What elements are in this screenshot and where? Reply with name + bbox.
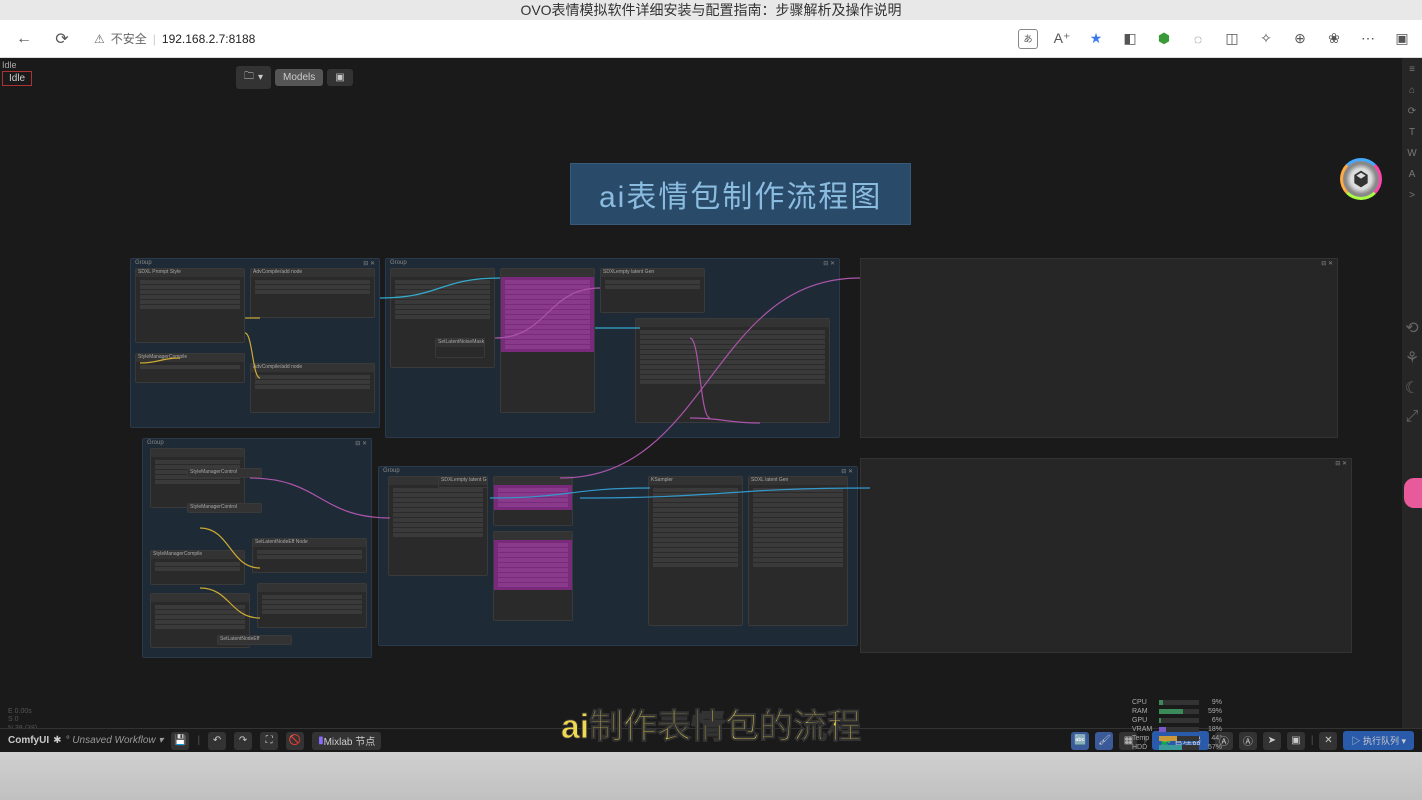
preview-panel[interactable]: ⊟ ✕ [860,258,1338,438]
workflow-node[interactable]: StyleManagerCompile [135,353,245,383]
cancel-button[interactable]: ✕ [1319,732,1337,750]
splitview-icon[interactable]: ◫ [1222,29,1242,49]
workflow-node[interactable]: StyleManagerCompile [150,550,245,585]
translate-button[interactable]: 🔤 [1071,732,1089,750]
workflow-node[interactable]: StyleManagerControl [187,503,262,513]
read-aloud-icon[interactable]: あ [1018,29,1038,49]
insecure-icon: ⚠ [94,32,105,46]
ext3-icon[interactable]: ◌ [1188,29,1208,49]
workflow-node[interactable]: SDXL Prompt Style [135,268,245,343]
favorite-icon[interactable]: ★ [1086,29,1106,49]
workflow-node[interactable]: SetLatentNodeEff Node [252,538,367,573]
workflow-node[interactable]: SetLatentNodeEff [217,635,292,645]
hardware-stats: CPU9%RAM59%GPU6%VRAM18%Temp44°HDD57% [1132,698,1222,752]
text-size-icon[interactable]: A⁺ [1052,29,1072,49]
redo-button[interactable]: ↷ [234,732,252,750]
workflow-node[interactable] [388,476,488,576]
ext2-icon[interactable]: ⬢ [1154,29,1174,49]
browser-toolbar: ← ⟳ ⚠ 不安全 | 192.168.2.7:8188 あ A⁺ ★ ◧ ⬢ … [0,20,1422,58]
hw-stat-row: VRAM18% [1132,725,1222,734]
workflow-node[interactable]: SDXLempty latent Gen [438,476,488,488]
collections-icon[interactable]: ✧ [1256,29,1276,49]
url-text: 192.168.2.7:8188 [162,32,255,46]
sidebar-toggle-icon[interactable]: ▣ [1392,29,1412,49]
reload-button[interactable]: ⟳ [48,25,76,53]
hw-stat-row: Temp44° [1132,734,1222,743]
page-title-bar: OVO表情模拟软件详细安装与配置指南：步骤解析及操作说明 [0,0,1422,20]
windows-taskbar [0,752,1422,800]
brush-button[interactable]: 🖌 [1095,732,1113,750]
comfyui-app: Idle Idle 🗀▾ Models ▣ ≡⌂⟳TWA> ⟲⚘☾⤢ ai表情包… [0,58,1422,752]
workflow-node[interactable] [500,268,595,413]
workflow-node[interactable] [493,476,573,526]
hw-stat-row: RAM59% [1132,707,1222,716]
workflow-node[interactable]: SDXLempty latent Gen [600,268,705,313]
workflow-node[interactable]: SDXL latent Gen [748,476,848,626]
clear-button[interactable]: 🚫 [286,732,304,750]
address-bar[interactable]: ⚠ 不安全 | 192.168.2.7:8188 [86,26,263,51]
side-tab[interactable] [1404,478,1422,508]
star-icon[interactable]: ✱ [53,735,61,746]
workflow-node[interactable]: KSampler [648,476,743,626]
ext-b-button[interactable]: Ⓐ [1239,732,1257,750]
gallery-button[interactable]: ▣ [1287,732,1305,750]
video-subtitle: ai制作表情包的流程 [561,699,861,748]
ext4-icon[interactable]: ⊕ [1290,29,1310,49]
workflow-node[interactable]: AdvCompile/add node [250,363,375,413]
fit-button[interactable]: ⛶ [260,732,278,750]
hw-stat-row: HDD57% [1132,743,1222,752]
back-button[interactable]: ← [10,25,38,53]
workflow-node[interactable] [493,531,573,621]
ext1-icon[interactable]: ◧ [1120,29,1140,49]
workflow-node[interactable]: SetLatentNoiseMask [435,338,485,358]
undo-button[interactable]: ↶ [208,732,226,750]
workflow-node[interactable] [257,583,367,628]
workflow-node[interactable]: StyleManagerControl [187,468,262,478]
workflow-node[interactable]: AdvCompile/add node [250,268,375,318]
more-icon[interactable]: ⋯ [1358,29,1378,49]
ext5-icon[interactable]: ❀ [1324,29,1344,49]
hw-stat-row: CPU9% [1132,698,1222,707]
insecure-label: 不安全 [111,30,147,47]
workflow-name[interactable]: ° Unsaved Workflow ▾ [66,735,164,746]
workflow-node[interactable] [635,318,830,423]
preview-panel[interactable]: ⊟ ✕ [860,458,1352,653]
save-button[interactable]: 💾 [171,732,189,750]
mixlab-button[interactable]: ▮Mixlab 节点 [312,732,381,750]
app-brand: ComfyUI [8,735,49,746]
share-button[interactable]: ➤ [1263,732,1281,750]
queue-button[interactable]: ▷ 执行队列 ▾ [1343,731,1414,750]
hw-stat-row: GPU6% [1132,716,1222,725]
node-canvas[interactable]: Group⊟ ✕Group⊟ ✕Group⊟ ✕Group⊟ ✕⊟ ✕⊟ ✕SD… [0,58,1422,752]
